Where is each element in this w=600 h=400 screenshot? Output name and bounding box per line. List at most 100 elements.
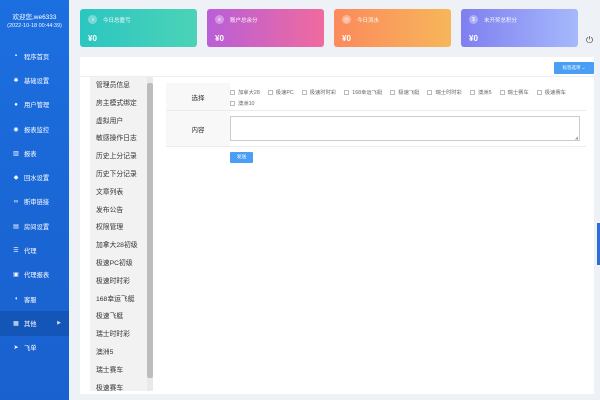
submenu-item[interactable]: 历史下分记录 [90, 166, 153, 184]
power-icon[interactable]: ⏻ [586, 35, 596, 45]
chat-icon: ▪ [14, 53, 18, 60]
lottery-option[interactable]: 极速时时彩 [301, 88, 337, 96]
sidebar-item-label: 程序首页 [24, 53, 50, 61]
sidebar-item[interactable]: ☰ 代理 [0, 238, 69, 262]
submit-row: 发送 [166, 147, 586, 168]
sidebar-item[interactable]: ◉ 报表监控 [0, 117, 69, 141]
submenu-item[interactable]: 168幸运飞艇 [90, 291, 153, 309]
checkbox[interactable] [427, 89, 433, 95]
sidebar-item[interactable]: ▤ 房间设置 [0, 214, 69, 238]
option-label: 极速时时彩 [309, 90, 337, 96]
user-icon: ● [14, 101, 18, 108]
welcome-user: 欢迎您,we6333 [12, 14, 57, 21]
lottery-option[interactable]: 瑞士赛车 [499, 88, 529, 96]
submenu-item[interactable]: 加拿大28初级 [90, 237, 153, 255]
option-label: 极速赛车 [544, 90, 566, 96]
submenu-item[interactable]: 敏感操作日志 [90, 130, 153, 148]
lottery-option[interactable]: 瑞士时时彩 [427, 88, 462, 96]
option-label: 瑞士赛车 [507, 90, 529, 96]
card-title: 账户总余分 [230, 17, 258, 24]
card-account-balance: ≡ 账户总余分 ¥0 [207, 9, 324, 47]
submenu-item[interactable]: 极速时时彩 [90, 273, 153, 291]
sidebar-item[interactable]: ◆ 回水设置 [0, 165, 69, 189]
lottery-option[interactable]: 极速赛车 [536, 88, 566, 96]
content-textarea[interactable]: ◢ [230, 116, 580, 141]
card-value: ¥0 [469, 34, 478, 43]
submenu-item[interactable]: 文章列表 [90, 184, 153, 202]
sidebar-item[interactable]: ● 用户管理 [0, 93, 69, 117]
sidebar-item-label: 回水设置 [24, 175, 50, 183]
checkbox[interactable] [230, 100, 235, 106]
option-label: 极速PC [275, 90, 294, 96]
sidebar-item-label: 报表监控 [24, 126, 50, 134]
lottery-option[interactable]: 极速PC [267, 88, 294, 96]
sidebar: 欢迎您,we6333 (2022-10-18 00:44:39) ▪ 程序首页 ✱ 基… [0, 0, 69, 400]
submenu-scrollbar[interactable] [147, 77, 153, 391]
tab-options-button[interactable]: 标签选项 ⌄ [554, 62, 594, 74]
sidebar-item-label: 断审链接 [24, 199, 50, 207]
select-label: 选择 [166, 83, 230, 110]
content-toolbar: 标签选项 ⌄ [80, 57, 594, 77]
submenu-item[interactable]: 权限管理 [90, 219, 153, 237]
content-row: 内容 ◢ [166, 111, 586, 147]
sidebar-item-label: 基础设置 [24, 77, 50, 85]
checkbox[interactable] [390, 89, 396, 95]
headset-icon: ◖ [14, 296, 18, 303]
submenu-item[interactable]: 虚拟用户 [90, 113, 153, 131]
scrollbar-thumb[interactable] [147, 83, 153, 378]
sidebar-item[interactable]: ▪ 程序首页 [0, 44, 69, 68]
link-icon: ∞ [13, 198, 19, 205]
option-label: 瑞士时时彩 [435, 90, 462, 96]
checkbox[interactable] [536, 89, 542, 95]
sidebar-item[interactable]: ➤ 飞单 [0, 336, 69, 360]
submenu-item[interactable]: 瑞士赛车 [90, 362, 153, 380]
submenu-panel: 管理员信息 房主模式绑定 虚拟用户 敏感操作日志 历史上分记录 历史下分记录 文章列表 发布公… [90, 77, 153, 391]
card-total-profit: ◑ 今日总盈亏 ¥0 [80, 9, 197, 47]
select-row: 选择 加拿大28 极速PC 极速时时彩 168幸运飞艇 极速飞艇 瑞士时时彩 澳洲5 瑞士赛车… [166, 83, 586, 111]
location-icon: ◉ [13, 126, 19, 133]
submenu-item[interactable]: 瑞士时时彩 [90, 326, 153, 344]
option-label: 澳洲5 [477, 90, 492, 96]
sidebar-item[interactable]: ◖ 客服 [0, 287, 69, 311]
lottery-option[interactable]: 极速飞艇 [390, 88, 419, 96]
submit-row-spacer [166, 147, 230, 168]
submenu-item[interactable]: 极速赛车 [90, 380, 153, 391]
submenu-item[interactable]: 历史上分记录 [90, 148, 153, 166]
submenu-item[interactable]: 管理员信息 [90, 77, 153, 95]
submenu-item[interactable]: 房主模式绑定 [90, 95, 153, 113]
checkbox[interactable] [344, 89, 350, 95]
lottery-option[interactable]: 澳洲10 [230, 99, 255, 107]
sidebar-item[interactable]: ∞ 断审链接 [0, 190, 69, 214]
submenu-item[interactable]: 极速飞艇 [90, 308, 153, 326]
checkbox[interactable] [499, 89, 505, 95]
headphones-icon: ◑ [88, 15, 97, 24]
stopwatch-icon: ◷ [342, 15, 351, 24]
send-button[interactable]: 发送 [230, 152, 253, 163]
resize-grip-icon[interactable]: ◢ [575, 135, 578, 140]
card-value: ¥0 [342, 34, 351, 43]
option-label: 澳洲10 [238, 101, 255, 107]
checkbox[interactable] [267, 89, 273, 95]
sidebar-item[interactable]: ▣ 代理报表 [0, 263, 69, 287]
sidebar-item[interactable]: ▦ 其他 ▶ [0, 311, 69, 336]
sidebar-item[interactable]: ▥ 报表 [0, 141, 69, 165]
option-label: 168幸运飞艇 [352, 90, 383, 96]
sidebar-item[interactable]: ✱ 基础设置 [0, 68, 69, 92]
submenu-item[interactable]: 发布公告 [90, 202, 153, 220]
lottery-option[interactable]: 168幸运飞艇 [344, 88, 382, 96]
welcome-block: 欢迎您,we6333 (2022-10-18 00:44:39) [0, 0, 69, 44]
sidebar-item-label: 其他 [24, 320, 37, 328]
clipboard-icon: ▣ [13, 272, 19, 279]
checkbox[interactable] [301, 89, 307, 95]
briefcase-icon: ▦ [13, 320, 19, 327]
checkbox[interactable] [230, 89, 235, 95]
lottery-option[interactable]: 加拿大28 [230, 88, 260, 96]
list-icon: ☰ [13, 248, 19, 255]
lottery-option[interactable]: 澳洲5 [469, 88, 492, 96]
submenu-item[interactable]: 澳洲5 [90, 344, 153, 362]
card-title: 未开奖总积分 [484, 17, 518, 24]
submenu-item[interactable]: 极速PC初级 [90, 255, 153, 273]
sidebar-item-label: 用户管理 [24, 102, 50, 110]
card-value: ¥0 [88, 34, 97, 43]
checkbox[interactable] [469, 89, 475, 95]
